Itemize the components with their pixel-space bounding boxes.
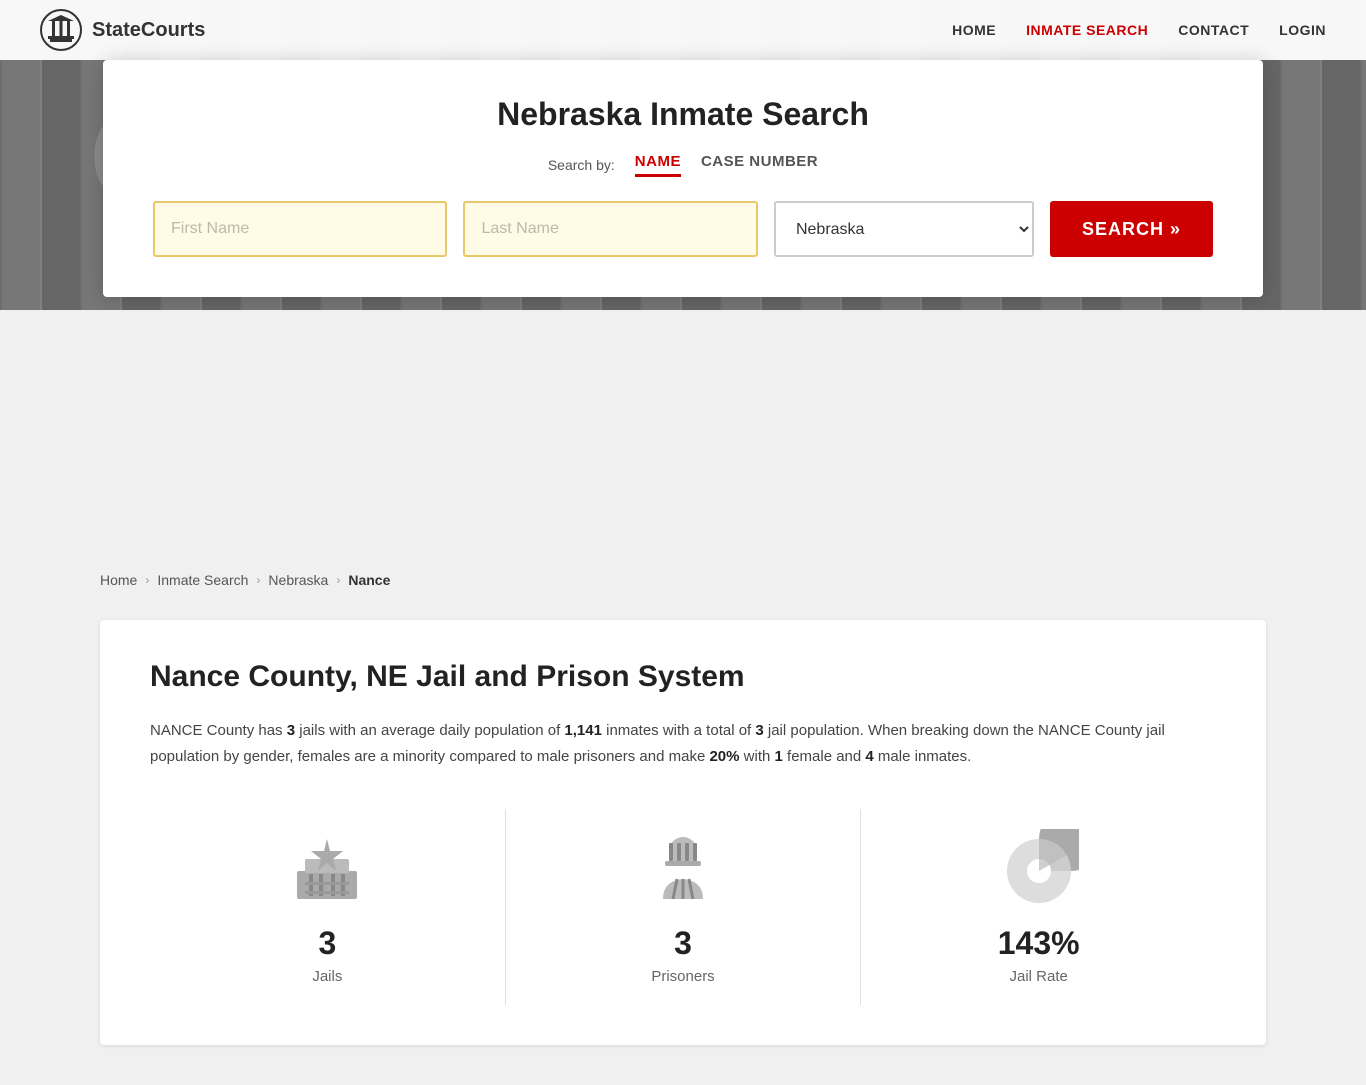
county-desc: NANCE County has 3 jails with an average… <box>150 718 1216 769</box>
nav-links: HOME INMATE SEARCH CONTACT LOGIN <box>952 22 1326 38</box>
stat-jail-rate-number: 143% <box>998 925 1080 962</box>
tab-name[interactable]: NAME <box>635 153 681 177</box>
stat-jail-rate: 143% Jail Rate <box>861 809 1216 1005</box>
content-card: Nance County, NE Jail and Prison System … <box>100 620 1266 1045</box>
search-inputs: Nebraska Alabama Alaska Arizona Arkansas… <box>153 201 1213 257</box>
stat-prisoners: 3 Prisoners <box>506 809 862 1005</box>
logo[interactable]: StateCourts <box>40 9 205 51</box>
search-by-label: Search by: <box>548 157 615 173</box>
stat-jails: 3 Jails <box>150 809 506 1005</box>
desc-pct: 20% <box>709 748 739 765</box>
breadcrumb-current: Nance <box>348 572 390 588</box>
breadcrumb: Home › Inmate Search › Nebraska › Nance <box>0 560 1366 600</box>
desc-avg-pop: 1,141 <box>564 722 602 739</box>
rate-icon <box>999 829 1079 909</box>
breadcrumb-inmate-search[interactable]: Inmate Search <box>157 572 248 588</box>
desc-male: 4 <box>865 748 873 765</box>
breadcrumb-sep-3: › <box>336 573 340 587</box>
nav-login[interactable]: LOGIN <box>1279 22 1326 38</box>
jail-icon <box>287 829 367 909</box>
stat-jails-label: Jails <box>312 968 342 985</box>
desc-intro: NANCE County has <box>150 722 287 739</box>
breadcrumb-sep-2: › <box>256 573 260 587</box>
state-select[interactable]: Nebraska Alabama Alaska Arizona Arkansas… <box>774 201 1034 257</box>
nav-contact[interactable]: CONTACT <box>1178 22 1249 38</box>
desc-end: male inmates. <box>874 748 972 765</box>
stats-row: 3 Jails <box>150 809 1216 1005</box>
last-name-input[interactable] <box>463 201 757 257</box>
stat-jails-number: 3 <box>318 925 336 962</box>
stat-prisoners-label: Prisoners <box>651 968 714 985</box>
desc-mid5: female and <box>783 748 866 765</box>
stat-jail-rate-label: Jail Rate <box>1010 968 1068 985</box>
search-button[interactable]: SEARCH » <box>1050 201 1213 257</box>
prisoner-icon <box>643 829 723 909</box>
county-title: Nance County, NE Jail and Prison System <box>150 660 1216 694</box>
desc-mid1: jails with an average daily population o… <box>295 722 564 739</box>
search-by-row: Search by: NAME CASE NUMBER <box>153 153 1213 177</box>
search-card-title: Nebraska Inmate Search <box>153 96 1213 133</box>
desc-female: 1 <box>775 748 783 765</box>
nav-bar: StateCourts HOME INMATE SEARCH CONTACT L… <box>0 0 1366 60</box>
content-area: Nance County, NE Jail and Prison System … <box>0 600 1366 1085</box>
first-name-input[interactable] <box>153 201 447 257</box>
search-card: Nebraska Inmate Search Search by: NAME C… <box>103 60 1263 297</box>
breadcrumb-home[interactable]: Home <box>100 572 137 588</box>
desc-total-pop: 3 <box>755 722 763 739</box>
nav-inmate-search[interactable]: INMATE SEARCH <box>1026 22 1148 38</box>
desc-mid2: inmates with a total of <box>602 722 755 739</box>
desc-jails: 3 <box>287 722 295 739</box>
breadcrumb-nebraska[interactable]: Nebraska <box>268 572 328 588</box>
tab-case-number[interactable]: CASE NUMBER <box>701 153 818 177</box>
stat-prisoners-number: 3 <box>674 925 692 962</box>
desc-mid4: with <box>740 748 775 765</box>
nav-home[interactable]: HOME <box>952 22 996 38</box>
logo-icon <box>40 9 82 51</box>
header: COURTHOUSE StateCourts HOME INMATE SEARC… <box>0 0 1366 310</box>
breadcrumb-sep-1: › <box>145 573 149 587</box>
logo-text: StateCourts <box>92 19 205 42</box>
